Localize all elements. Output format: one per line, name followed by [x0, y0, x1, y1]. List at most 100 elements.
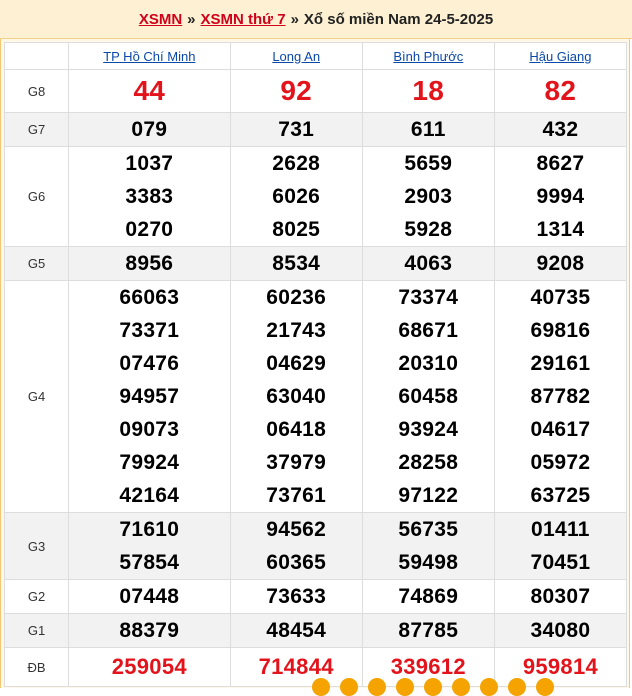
- result-cell: 48454: [229, 613, 363, 648]
- result-cell: 44: [68, 69, 231, 113]
- result-number: 04629: [266, 352, 327, 375]
- result-number: 8025: [272, 218, 321, 241]
- result-number: 94957: [119, 385, 180, 408]
- result-number: 60236: [266, 286, 327, 309]
- prize-label: G1: [4, 613, 69, 648]
- result-number: 56735: [398, 518, 459, 541]
- prize-label: G7: [4, 112, 69, 147]
- result-number: 1037: [125, 152, 174, 175]
- breadcrumb-xsmn-thu7-link[interactable]: XSMN thứ 7: [201, 11, 286, 28]
- result-cell: 4063: [361, 246, 495, 281]
- result-number: 73374: [398, 286, 459, 309]
- result-number: 59498: [398, 551, 459, 574]
- result-number: 07448: [119, 585, 180, 608]
- result-cell: 80307: [493, 579, 628, 614]
- prize-row-g3: G3 71610 57854 94562 60365 56735 59498 01411 704…: [4, 512, 628, 580]
- result-number: 57854: [119, 551, 180, 574]
- result-cell: 8534: [229, 246, 363, 281]
- result-number: 48454: [266, 619, 327, 642]
- ball-icon: [452, 678, 470, 696]
- result-number: 40735: [530, 286, 591, 309]
- result-cell: 71610 57854: [68, 512, 231, 580]
- result-number: 42164: [119, 484, 180, 507]
- ball-icon: [340, 678, 358, 696]
- result-number: 1314: [536, 218, 585, 241]
- province-link[interactable]: Bình Phước: [393, 49, 463, 64]
- province-link[interactable]: Hậu Giang: [529, 49, 591, 64]
- result-number: 9208: [536, 252, 585, 275]
- result-number: 97122: [398, 484, 459, 507]
- province-header: Bình Phước: [361, 42, 495, 70]
- result-cell: 8627 9994 1314: [493, 146, 628, 247]
- prize-label: G8: [4, 69, 69, 113]
- result-number: 88379: [119, 619, 180, 642]
- prize-label: G3: [4, 512, 69, 580]
- province-link[interactable]: Long An: [272, 49, 320, 64]
- result-number: 2903: [404, 185, 453, 208]
- result-cell: 5659 2903 5928: [361, 146, 495, 247]
- result-cell: 74869: [361, 579, 495, 614]
- result-number: 01411: [531, 518, 590, 541]
- result-number: 71610: [119, 518, 180, 541]
- province-link[interactable]: TP Hồ Chí Minh: [103, 49, 195, 64]
- result-cell: 92: [229, 69, 363, 113]
- result-cell: 07448: [68, 579, 231, 614]
- result-number: 69816: [530, 319, 591, 342]
- result-cell: 2628 6026 8025: [229, 146, 363, 247]
- result-number: 5659: [404, 152, 453, 175]
- result-number: 70451: [530, 551, 591, 574]
- result-number: 29161: [530, 352, 591, 375]
- result-number: 82: [544, 75, 577, 106]
- result-cell: 40735 69816 29161 87782 04617 05972 63725: [493, 280, 628, 513]
- result-cell: 079: [68, 112, 231, 147]
- result-number: 34080: [530, 619, 591, 642]
- breadcrumb-xsmn-link[interactable]: XSMN: [139, 11, 182, 28]
- prize-row-g2: G2 07448 73633 74869 80307: [4, 579, 628, 614]
- result-number: 8956: [125, 252, 174, 275]
- breadcrumb-separator: »: [290, 10, 299, 28]
- result-cell: 88379: [68, 613, 231, 648]
- result-cell: 60236 21743 04629 63040 06418 37979 73761: [229, 280, 363, 513]
- prize-label: G2: [4, 579, 69, 614]
- result-number: 06418: [266, 418, 327, 441]
- result-number: 28258: [398, 451, 459, 474]
- result-cell: 73633: [229, 579, 363, 614]
- prize-label: ĐB: [4, 647, 69, 687]
- result-number: 68671: [398, 319, 459, 342]
- result-number: 21743: [266, 319, 327, 342]
- result-number: 8534: [272, 252, 321, 275]
- result-cell: 611: [361, 112, 495, 147]
- result-number: 09073: [119, 418, 180, 441]
- province-header-row: TP Hồ Chí Minh Long An Bình Phước Hậu Gi…: [4, 42, 628, 70]
- result-cell: 731: [229, 112, 363, 147]
- result-number: 73633: [266, 585, 327, 608]
- result-number: 63040: [266, 385, 327, 408]
- result-cell: 8956: [68, 246, 231, 281]
- ball-icon: [508, 678, 526, 696]
- result-number: 079: [131, 118, 168, 141]
- result-number: 66063: [119, 286, 180, 309]
- prize-label: G6: [4, 146, 69, 247]
- result-cell: 432: [493, 112, 628, 147]
- prize-label: G4: [4, 280, 69, 513]
- result-number: 18: [412, 75, 445, 106]
- result-number: 87782: [530, 385, 591, 408]
- breadcrumb: XSMN » XSMN thứ 7 » Xổ số miền Nam 24-5-…: [0, 0, 632, 39]
- result-number: 8627: [536, 152, 585, 175]
- result-number: 63725: [530, 484, 591, 507]
- result-number: 4063: [404, 252, 453, 275]
- result-number: 80307: [530, 585, 591, 608]
- result-number: 60365: [266, 551, 327, 574]
- result-cell: 56735 59498: [361, 512, 495, 580]
- result-number: 05972: [530, 451, 591, 474]
- result-number: 93924: [398, 418, 459, 441]
- result-number: 611: [410, 118, 446, 141]
- results-body: G8 44 92 18 82 G7 079 731 611 432 G6 1037 3383 0270 26…: [4, 69, 628, 687]
- ball-icon: [368, 678, 386, 696]
- prize-row-g5: G5 8956 8534 4063 9208: [4, 246, 628, 281]
- province-header: Long An: [229, 42, 363, 70]
- prize-label: G5: [4, 246, 69, 281]
- result-number: 74869: [398, 585, 459, 608]
- result-number: 07476: [119, 352, 180, 375]
- result-cell: 66063 73371 07476 94957 09073 79924 42164: [68, 280, 231, 513]
